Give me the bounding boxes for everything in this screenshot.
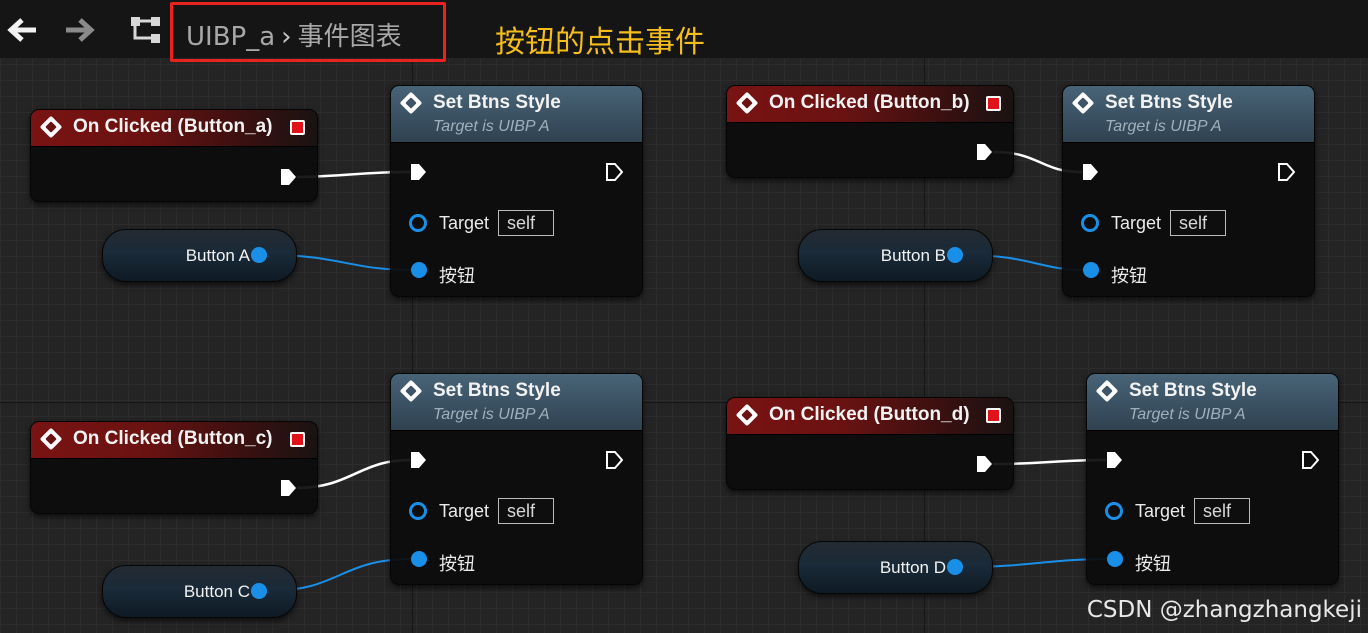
back-arrow-icon[interactable] — [6, 16, 38, 44]
exec-in-pin-icon[interactable] — [1081, 162, 1099, 182]
target-pin-label: Target — [1135, 501, 1186, 521]
graph-hierarchy-icon[interactable] — [128, 14, 164, 46]
exec-out-pin-icon[interactable] — [279, 478, 297, 498]
function-icon — [399, 91, 423, 115]
exec-out-pin-icon[interactable] — [605, 162, 623, 182]
exec-in-pin-icon[interactable] — [409, 162, 427, 182]
event-node-button-d[interactable]: On Clicked (Button_d) — [726, 397, 1014, 490]
variable-out-pin-icon[interactable] — [251, 247, 267, 263]
variable-label: Button D — [879, 558, 946, 577]
object-pin-icon[interactable] — [411, 262, 427, 278]
function-node-title: Set Btns Style — [433, 380, 561, 401]
variable-out-pin-icon[interactable] — [251, 583, 267, 599]
function-node-subtitle: Target is UIBP A — [1105, 118, 1222, 135]
exec-out-pin-icon[interactable] — [975, 454, 993, 474]
event-icon — [735, 403, 759, 427]
variable-label: Button C — [183, 582, 250, 601]
variable-out-pin-icon[interactable] — [947, 559, 963, 575]
function-node-set-btns-style-d[interactable]: Set Btns Style Target is UIBP A Target s… — [1086, 373, 1339, 585]
event-icon — [735, 91, 759, 115]
exec-out-pin-icon[interactable] — [605, 450, 623, 470]
event-node-title: On Clicked (Button_c) — [73, 428, 273, 449]
function-node-set-btns-style-a[interactable]: Set Btns Style Target is UIBP A Target s… — [390, 85, 643, 297]
forward-arrow-icon[interactable] — [64, 16, 96, 44]
function-icon — [1071, 91, 1095, 115]
target-pin-label: Target — [439, 501, 490, 521]
delegate-pin-icon[interactable] — [986, 96, 1001, 111]
event-node-header: On Clicked (Button_b) — [727, 86, 1013, 123]
target-self-field[interactable]: self — [1170, 210, 1226, 236]
target-pin-icon[interactable] — [1081, 214, 1099, 232]
target-self-field[interactable]: self — [498, 210, 554, 236]
event-node-button-a[interactable]: On Clicked (Button_a) — [30, 109, 318, 202]
event-icon — [39, 427, 63, 451]
function-node-set-btns-style-b[interactable]: Set Btns Style Target is UIBP A Target s… — [1062, 85, 1315, 297]
event-node-header: On Clicked (Button_a) — [31, 110, 317, 147]
event-icon — [39, 115, 63, 139]
function-node-title: Set Btns Style — [1129, 380, 1257, 401]
exec-in-pin-icon[interactable] — [409, 450, 427, 470]
variable-node-button-d[interactable]: Button D — [798, 541, 993, 594]
delegate-pin-icon[interactable] — [986, 408, 1001, 423]
event-node-header: On Clicked (Button_d) — [727, 398, 1013, 435]
event-node-title: On Clicked (Button_a) — [73, 116, 273, 137]
target-pin-icon[interactable] — [409, 502, 427, 520]
exec-out-pin-icon[interactable] — [1301, 450, 1319, 470]
button-param-label: 按钮 — [1135, 554, 1171, 574]
button-param-label: 按钮 — [439, 266, 475, 286]
variable-node-button-a[interactable]: Button A — [102, 229, 297, 282]
target-pin-icon[interactable] — [1105, 502, 1123, 520]
annotation-text: 按钮的点击事件 — [495, 25, 705, 60]
function-node-header: Set Btns Style Target is UIBP A — [1087, 374, 1338, 431]
event-node-header: On Clicked (Button_c) — [31, 422, 317, 459]
watermark: CSDN @zhangzhangkeji — [1086, 597, 1362, 623]
variable-out-pin-icon[interactable] — [947, 247, 963, 263]
function-icon — [399, 379, 423, 403]
function-icon — [1095, 379, 1119, 403]
target-pin-label: Target — [1111, 213, 1162, 233]
function-node-set-btns-style-c[interactable]: Set Btns Style Target is UIBP A Target s… — [390, 373, 643, 585]
function-node-header: Set Btns Style Target is UIBP A — [391, 86, 642, 143]
function-node-header: Set Btns Style Target is UIBP A — [391, 374, 642, 431]
target-self-field[interactable]: self — [1194, 498, 1250, 524]
function-node-subtitle: Target is UIBP A — [433, 118, 550, 135]
variable-node-button-c[interactable]: Button C — [102, 565, 297, 618]
event-node-button-b[interactable]: On Clicked (Button_b) — [726, 85, 1014, 178]
object-pin-icon[interactable] — [1107, 551, 1123, 567]
function-node-header: Set Btns Style Target is UIBP A — [1063, 86, 1314, 143]
target-pin-label: Target — [439, 213, 490, 233]
object-pin-icon[interactable] — [411, 551, 427, 567]
object-pin-icon[interactable] — [1083, 262, 1099, 278]
function-node-title: Set Btns Style — [433, 92, 561, 113]
exec-out-pin-icon[interactable] — [1277, 162, 1295, 182]
button-param-label: 按钮 — [1111, 266, 1147, 286]
variable-label: Button B — [880, 246, 946, 265]
button-param-label: 按钮 — [439, 554, 475, 574]
function-node-subtitle: Target is UIBP A — [1129, 406, 1246, 423]
delegate-pin-icon[interactable] — [290, 120, 305, 135]
exec-out-pin-icon[interactable] — [279, 167, 297, 187]
event-node-button-c[interactable]: On Clicked (Button_c) — [30, 421, 318, 514]
variable-label: Button A — [185, 246, 250, 265]
variable-node-button-b[interactable]: Button B — [798, 229, 993, 282]
event-node-title: On Clicked (Button_b) — [769, 92, 970, 113]
delegate-pin-icon[interactable] — [290, 432, 305, 447]
function-node-subtitle: Target is UIBP A — [433, 406, 550, 423]
target-self-field[interactable]: self — [498, 498, 554, 524]
breadcrumb-highlight-box — [170, 2, 446, 62]
exec-out-pin-icon[interactable] — [975, 142, 993, 162]
function-node-title: Set Btns Style — [1105, 92, 1233, 113]
event-node-title: On Clicked (Button_d) — [769, 404, 970, 425]
exec-in-pin-icon[interactable] — [1105, 450, 1123, 470]
target-pin-icon[interactable] — [409, 214, 427, 232]
